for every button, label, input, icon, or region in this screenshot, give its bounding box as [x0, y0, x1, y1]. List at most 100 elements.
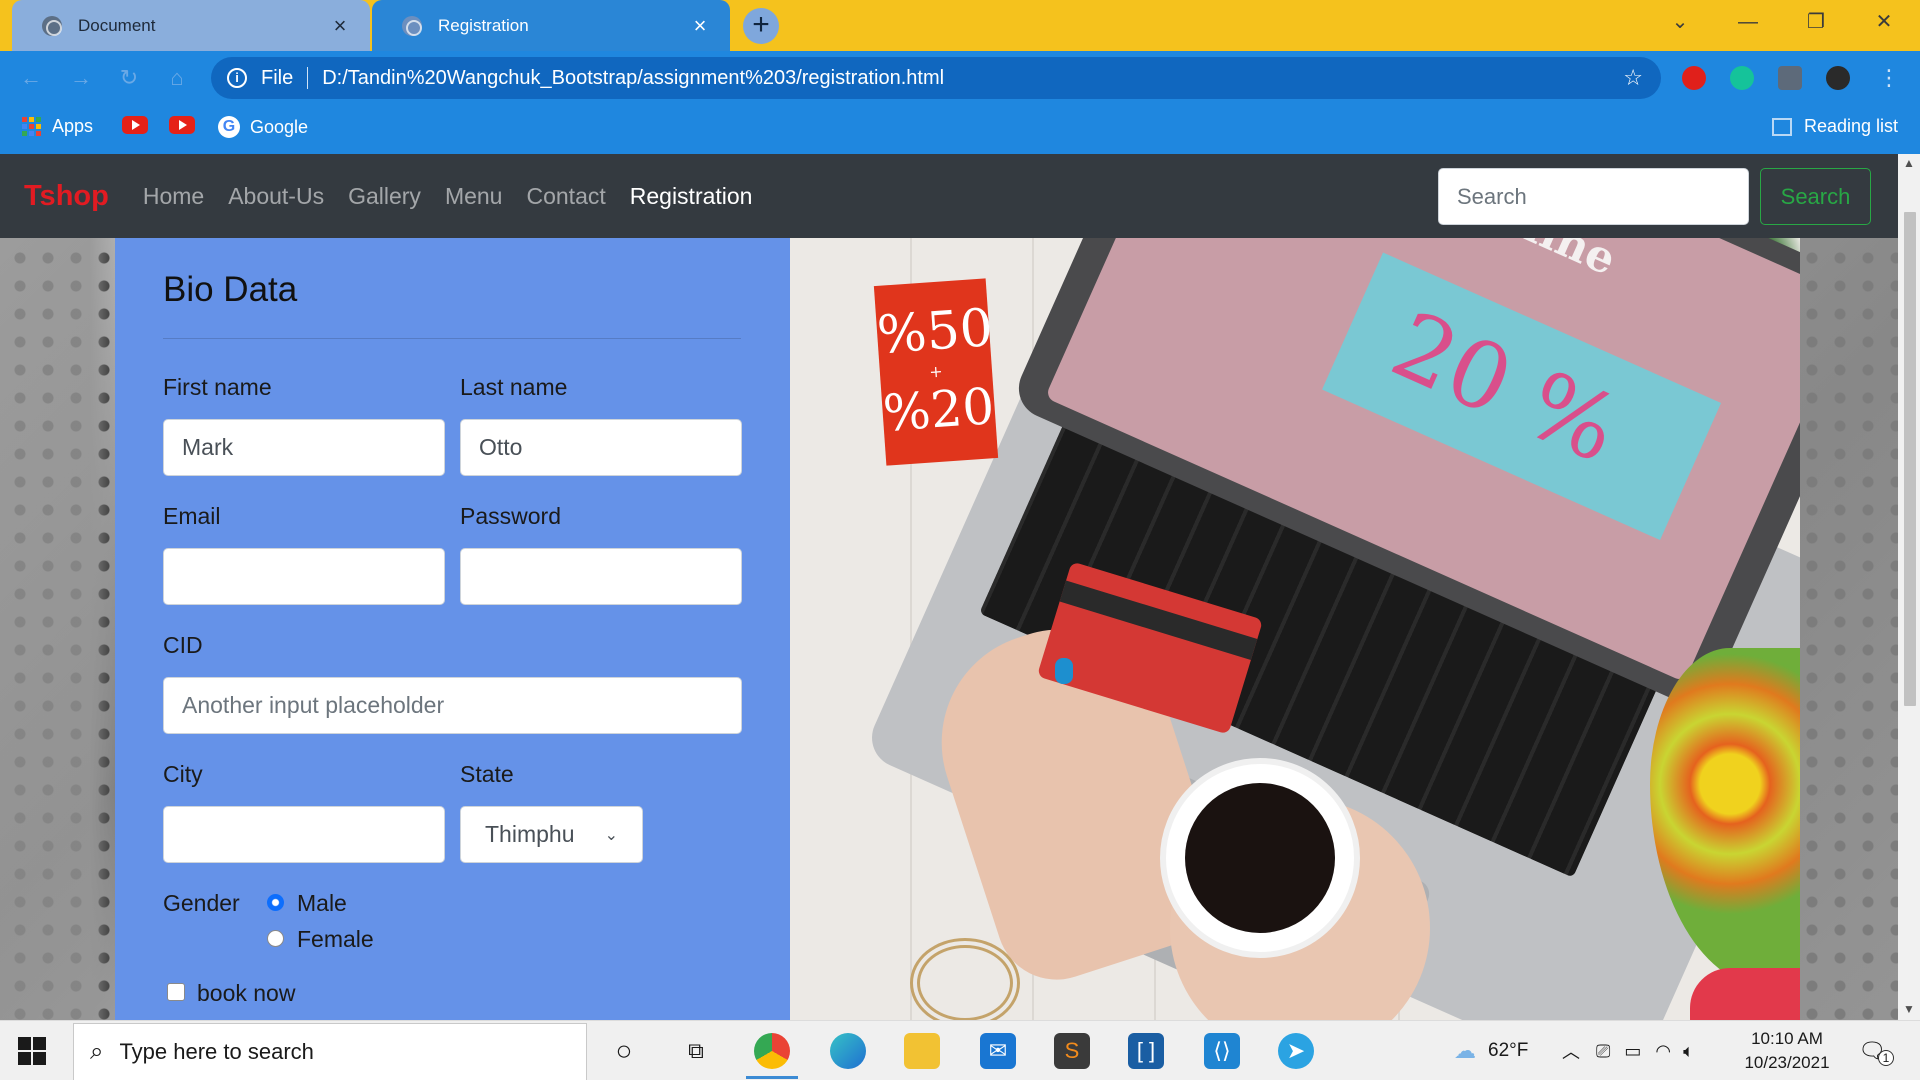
extensions-puzzle-icon[interactable] [1778, 66, 1802, 90]
tab-document[interactable]: Document × [12, 0, 370, 51]
nav-links: Home About-Us Gallery Menu Contact Regis… [131, 183, 765, 210]
home-icon[interactable]: ⌂ [160, 61, 194, 95]
cid-label: CID [163, 632, 203, 658]
battery-icon[interactable]: ▭ [1624, 1041, 1641, 1062]
wifi-icon[interactable]: ◠ [1655, 1041, 1671, 1062]
scroll-down-arrow-icon[interactable]: ▼ [1902, 1002, 1916, 1016]
tab-registration[interactable]: Registration × [372, 0, 730, 51]
nav-link-home[interactable]: Home [143, 183, 204, 210]
weather-widget[interactable]: ☁ 62°F [1454, 1021, 1528, 1080]
windows-start-icon[interactable] [18, 1037, 46, 1065]
first-name-label: First name [163, 374, 272, 400]
city-input[interactable] [163, 806, 445, 863]
divider [307, 67, 309, 89]
system-tray: ︿ ⎚ ▭ ◠ 🔈︎ [1562, 1021, 1694, 1080]
page-scrollbar[interactable]: ▲ ▼ [1898, 154, 1920, 1020]
gender-female-radio[interactable] [267, 930, 284, 947]
menu-kebab-icon[interactable]: ⋮ [1872, 61, 1906, 95]
bookmark-label: Apps [52, 116, 94, 136]
minimize-icon[interactable]: — [1714, 0, 1782, 44]
edge-icon[interactable] [830, 1033, 866, 1069]
device-icon[interactable]: ⎚ [1596, 1041, 1610, 1062]
cortana-icon[interactable]: ○ [606, 1033, 642, 1069]
taskbar-search-box[interactable]: ⌕ Type here to search [73, 1023, 587, 1080]
mail-icon[interactable]: ✉ [980, 1033, 1016, 1069]
new-tab-button[interactable]: + [743, 8, 779, 44]
site-search-input[interactable] [1438, 168, 1749, 225]
bookmarks-bar: Apps G Google Reading list [0, 104, 1920, 154]
nav-link-registration[interactable]: Registration [630, 183, 753, 210]
bookmark-youtube[interactable] [122, 116, 148, 134]
bookmark-youtube[interactable] [169, 116, 195, 134]
password-input[interactable] [460, 548, 742, 605]
youtube-icon [169, 116, 195, 134]
notification-center[interactable]: 🗨︎ 1 [1858, 1021, 1894, 1080]
reading-list-button[interactable]: Reading list [1772, 116, 1898, 137]
chevron-up-icon[interactable]: ︿ [1562, 1038, 1580, 1064]
last-name-input[interactable] [460, 419, 742, 476]
tab-close-icon[interactable]: × [688, 13, 712, 39]
cid-input[interactable] [163, 677, 742, 734]
address-bar[interactable]: i File D:/Tandin%20Wangchuk_Bootstrap/as… [211, 57, 1661, 99]
vscode-icon[interactable]: ⟨⟩ [1204, 1033, 1240, 1069]
brand-logo[interactable]: Tshop [24, 180, 109, 213]
url-text[interactable]: D:/Tandin%20Wangchuk_Bootstrap/assignmen… [322, 67, 1623, 90]
chevron-down-icon[interactable]: ⌄ [1646, 0, 1714, 44]
apps-grid-icon [22, 116, 42, 137]
scroll-up-arrow-icon[interactable]: ▲ [1902, 156, 1916, 170]
first-name-input[interactable] [163, 419, 445, 476]
state-select[interactable]: Thimphu ⌄ [460, 806, 643, 863]
bookmark-star-icon[interactable]: ☆ [1623, 65, 1643, 91]
email-label: Email [163, 503, 221, 529]
back-arrow-icon[interactable]: ← [14, 61, 48, 95]
volume-icon[interactable]: 🔈︎ [1683, 1041, 1694, 1062]
brackets-icon[interactable]: [ ] [1128, 1033, 1164, 1069]
chrome-icon[interactable] [754, 1033, 790, 1069]
tab-close-icon[interactable]: × [328, 13, 352, 39]
page-viewport: Tshop Home About-Us Gallery Menu Contact… [0, 154, 1920, 1020]
gender-female-label: Female [297, 926, 374, 952]
browser-tab-strip: Document × Registration × + ⌄ — ❐ ✕ [0, 0, 1920, 51]
site-navbar: Tshop Home About-Us Gallery Menu Contact… [0, 154, 1898, 238]
telegram-icon[interactable]: ➤ [1278, 1033, 1314, 1069]
youtube-icon [122, 116, 148, 134]
search-icon: ⌕ [90, 1038, 104, 1065]
nav-link-menu[interactable]: Menu [445, 183, 503, 210]
bookmark-apps[interactable]: Apps [22, 116, 93, 137]
clock[interactable]: 10:10 AM 10/23/2021 [1737, 1027, 1837, 1075]
state-selected-value: Thimphu [485, 821, 575, 847]
reload-icon[interactable]: ↻ [112, 61, 146, 95]
file-explorer-icon[interactable] [904, 1033, 940, 1069]
email-input[interactable] [163, 548, 445, 605]
tag-top-text: %50 [875, 298, 995, 366]
weather-cloud-icon: ☁ [1454, 1038, 1476, 1063]
sublime-text-icon[interactable]: S [1054, 1033, 1090, 1069]
nav-link-about[interactable]: About-Us [228, 183, 324, 210]
gender-male-radio[interactable] [267, 894, 284, 911]
scheme-label: File [261, 66, 294, 89]
profile-avatar[interactable] [1826, 66, 1850, 90]
nav-link-contact[interactable]: Contact [526, 183, 605, 210]
bookmark-label: Google [250, 116, 309, 137]
site-search-button[interactable]: Search [1760, 168, 1871, 225]
coffee [1185, 783, 1335, 933]
task-view-icon[interactable]: ⧉ [678, 1033, 714, 1069]
grammarly-icon[interactable] [1730, 66, 1754, 90]
close-icon[interactable]: ✕ [1850, 0, 1918, 44]
last-name-label: Last name [460, 374, 568, 400]
scroll-thumb[interactable] [1904, 212, 1916, 706]
form-divider [163, 338, 741, 339]
nav-link-gallery[interactable]: Gallery [348, 183, 421, 210]
clock-time: 10:10 AM [1751, 1029, 1823, 1048]
info-icon[interactable]: i [227, 68, 247, 88]
reading-list-label: Reading list [1804, 116, 1899, 136]
bookmark-google[interactable]: G Google [218, 116, 308, 138]
windows-taskbar: ⌕ Type here to search ○ ⧉ ✉ S [ ] ⟨⟩ ➤ ☁… [0, 1020, 1920, 1080]
restore-icon[interactable]: ❐ [1782, 0, 1850, 44]
forward-arrow-icon[interactable]: → [64, 61, 98, 95]
book-now-checkbox[interactable] [167, 983, 185, 1001]
tag-bottom-text: %20 [881, 377, 997, 443]
red-shoe [1690, 968, 1800, 1020]
reading-list-icon [1772, 117, 1792, 136]
extension-red-icon[interactable] [1682, 66, 1706, 90]
